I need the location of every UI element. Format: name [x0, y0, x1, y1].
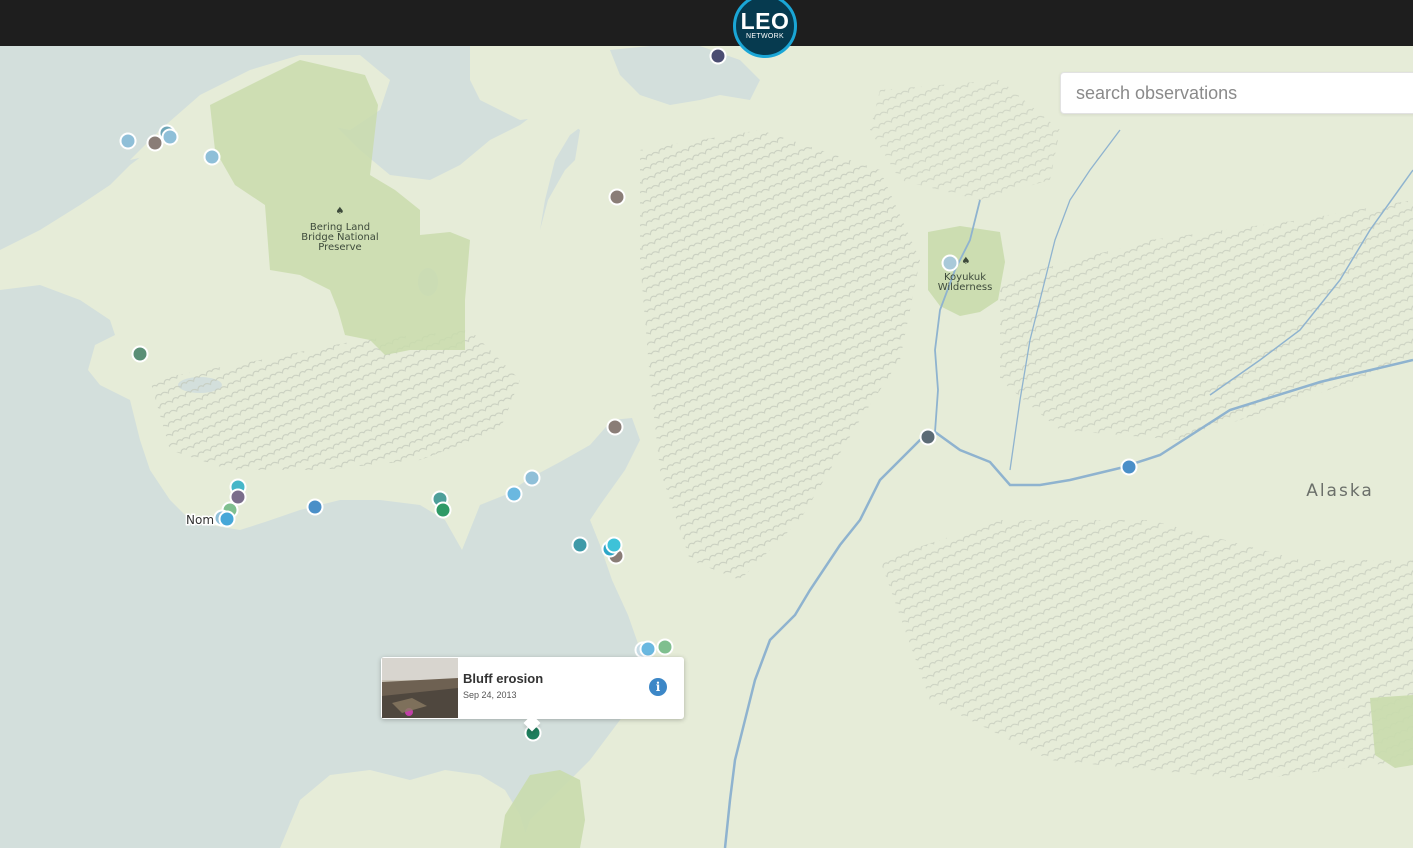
observation-marker[interactable] — [1120, 458, 1138, 476]
observation-marker[interactable] — [131, 345, 149, 363]
map-container[interactable]: ♠ ♠ Bering Land Bridge National Preserve… — [0, 46, 1413, 848]
observation-marker[interactable] — [709, 47, 727, 65]
observation-marker[interactable] — [919, 428, 937, 446]
observation-marker[interactable] — [505, 485, 523, 503]
observation-marker[interactable] — [218, 510, 236, 528]
observation-marker[interactable] — [639, 640, 657, 658]
observation-marker[interactable] — [161, 128, 179, 146]
search-observations-input[interactable] — [1060, 72, 1413, 114]
info-icon[interactable]: i — [649, 678, 667, 696]
observation-marker[interactable] — [434, 501, 452, 519]
bering-label-line3: Preserve — [318, 242, 361, 253]
observation-marker[interactable] — [571, 536, 589, 554]
observation-marker[interactable] — [605, 536, 623, 554]
observation-marker[interactable] — [119, 132, 137, 150]
observation-marker[interactable] — [941, 254, 959, 272]
koyukuk-wilderness-park — [928, 226, 1005, 316]
logo-main-text: LEO — [740, 8, 790, 34]
observation-marker[interactable] — [606, 418, 624, 436]
alaska-label: Alaska — [1306, 481, 1374, 501]
observation-marker[interactable] — [146, 134, 164, 152]
popup-date: Sep 24, 2013 — [463, 690, 517, 700]
map-canvas[interactable]: ♠ ♠ Bering Land Bridge National Preserve… — [0, 46, 1413, 848]
observation-marker[interactable] — [306, 498, 324, 516]
popup-title[interactable]: Bluff erosion — [463, 671, 543, 686]
koyukuk-label-line2: Wilderness — [938, 282, 993, 293]
observation-thumbnail[interactable] — [382, 658, 458, 718]
observation-marker[interactable] — [203, 148, 221, 166]
bering-park-tree-icon: ♠ — [336, 206, 345, 217]
observation-marker[interactable] — [523, 469, 541, 487]
observation-marker[interactable] — [608, 188, 626, 206]
observation-popup[interactable]: Bluff erosion Sep 24, 2013 i — [381, 657, 684, 732]
koyukuk-park-tree-icon: ♠ — [962, 256, 971, 267]
top-navigation-bar — [0, 0, 1413, 46]
logo-sub-text: NETWORK — [746, 33, 784, 40]
observation-marker[interactable] — [656, 638, 674, 656]
